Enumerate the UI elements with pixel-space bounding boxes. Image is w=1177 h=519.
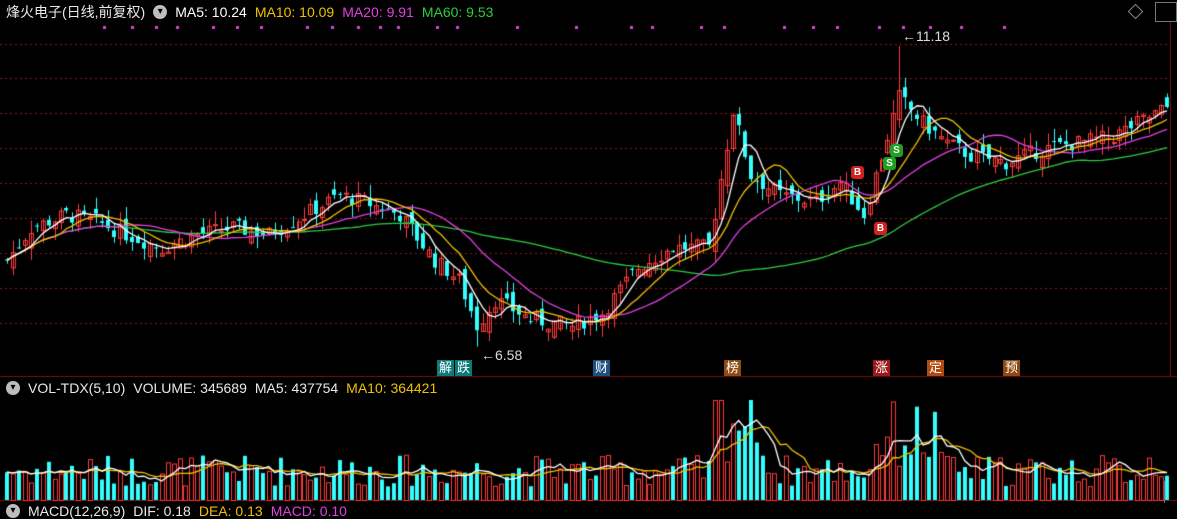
macd-header: ▾ MACD(12,26,9) DIF: 0.18 DEA: 0.13 MACD… bbox=[6, 503, 347, 519]
volume-indicator-title[interactable]: VOL-TDX(5,10) bbox=[28, 380, 125, 396]
macd-value: MACD: 0.10 bbox=[270, 503, 347, 519]
sell-signal[interactable]: S bbox=[890, 144, 903, 157]
chevron-down-icon[interactable]: ▾ bbox=[6, 504, 20, 518]
candlestick-chart-canvas[interactable] bbox=[0, 0, 1177, 513]
high-price-label: 11.18 bbox=[916, 28, 950, 44]
stock-title[interactable]: 烽火电子(日线,前复权) bbox=[6, 2, 145, 22]
volume-panel-edge bbox=[1164, 481, 1177, 503]
event-badge-unlock[interactable]: 解 bbox=[437, 360, 455, 376]
volume-value: VOLUME: 345689 bbox=[133, 380, 247, 396]
sell-signal[interactable]: S bbox=[883, 157, 896, 170]
ma60-value: MA60: 9.53 bbox=[421, 4, 494, 20]
volume-ma5-value: MA5: 437754 bbox=[254, 380, 339, 396]
buy-signal[interactable]: B bbox=[851, 166, 864, 179]
low-price-annotation: ←6.58 bbox=[481, 347, 523, 363]
event-badge-rank[interactable]: 榜 bbox=[724, 360, 742, 376]
ma20-value: MA20: 9.91 bbox=[342, 4, 414, 20]
high-price-annotation: ←11.18 bbox=[902, 28, 950, 44]
event-badge-forecast[interactable]: 预 bbox=[1003, 360, 1021, 376]
volume-header: ▾ VOL-TDX(5,10) VOLUME: 345689 MA5: 4377… bbox=[6, 380, 437, 396]
ma10-value: MA10: 10.09 bbox=[254, 4, 335, 20]
low-price-label: 6.58 bbox=[495, 347, 523, 363]
event-badge-fixed[interactable]: 定 bbox=[927, 360, 945, 376]
event-badge-rise[interactable]: 涨 bbox=[873, 360, 891, 376]
event-badge-finance[interactable]: 财 bbox=[593, 360, 611, 376]
event-badge-drop[interactable]: 跌 bbox=[455, 360, 473, 376]
ma5-value: MA5: 10.24 bbox=[175, 4, 247, 20]
macd-dea-value: DEA: 0.13 bbox=[198, 503, 263, 519]
main-chart-header: 烽火电子(日线,前复权) ▾ MA5: 10.24 MA10: 10.09 MA… bbox=[6, 3, 493, 21]
chevron-down-icon[interactable]: ▾ bbox=[6, 381, 20, 395]
volume-ma10-value: MA10: 364421 bbox=[346, 380, 438, 396]
panel-toggle-box[interactable] bbox=[1155, 2, 1177, 22]
macd-dif-value: DIF: 0.18 bbox=[133, 503, 191, 519]
macd-indicator-title[interactable]: MACD(12,26,9) bbox=[28, 503, 125, 519]
buy-signal[interactable]: B bbox=[874, 222, 887, 235]
chevron-down-icon[interactable]: ▾ bbox=[153, 5, 168, 19]
